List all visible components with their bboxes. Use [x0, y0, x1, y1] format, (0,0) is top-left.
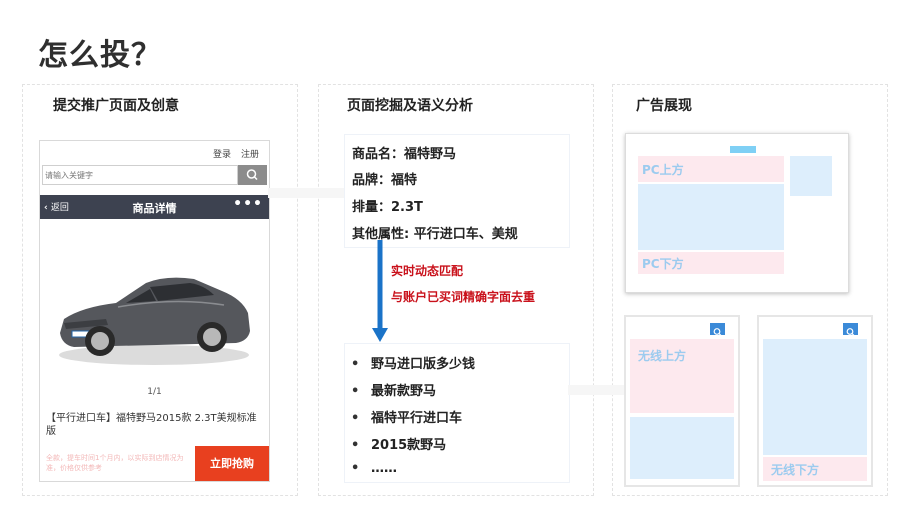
attribute-product-name: 商品名：福特野马 — [352, 147, 457, 162]
pc-ad-frame: PC上方 PC下方 — [625, 133, 849, 293]
down-arrow-icon — [372, 240, 388, 342]
note-dedup: 与账户已买词精确字面去重 — [391, 290, 536, 304]
mockup-top-bar: 登录 注册 — [40, 141, 269, 163]
bullet: • — [351, 411, 360, 426]
mobile-ad-frame-top: 无线上方 — [624, 315, 740, 487]
keyword-item: •…… — [351, 461, 397, 476]
mobile-top-label: 无线上方 — [638, 349, 687, 363]
search-input[interactable]: 请输入关键字 — [42, 165, 238, 185]
pc-top-ad-slot: PC上方 — [638, 156, 784, 182]
search-icon — [710, 323, 725, 336]
buy-now-button[interactable]: 立即抢购 — [195, 446, 269, 481]
search-button[interactable] — [238, 165, 267, 185]
mockup-nav-bar: ‹ 返回 商品详情 ••• — [40, 195, 269, 219]
mobile-results-area — [630, 417, 734, 479]
pc-bottom-ad-slot: PC下方 — [638, 252, 784, 274]
landing-page-mockup: 登录 注册 请输入关键字 ‹ 返回 商品详情 ••• 1/1 【平行进口车】福特… — [39, 140, 270, 482]
pc-results-area — [638, 184, 784, 250]
attribute-brand: 品牌：福特 — [352, 173, 418, 188]
bullet: • — [351, 438, 360, 453]
mobile-ad-frame-bottom: 无线下方 — [757, 315, 873, 487]
search-icon — [843, 323, 858, 336]
page-title: 怎么投？ — [38, 38, 162, 73]
note-realtime-match: 实时动态匹配 — [391, 264, 464, 278]
keyword-item: • 野马进口版多少钱 — [351, 357, 476, 372]
column-title-display: 广告展现 — [636, 98, 692, 114]
keyword-item: • 2015款野马 — [351, 438, 447, 453]
image-page-indicator: 1/1 — [147, 387, 162, 397]
column-title-submit: 提交推广页面及创意 — [53, 98, 179, 114]
attribute-displacement: 排量：2.3T — [352, 200, 423, 215]
product-description: 【平行进口车】福特野马2015款 2.3T美规标准版 — [46, 413, 257, 437]
car-image — [59, 277, 250, 365]
keyword-item: • 最新款野马 — [351, 384, 437, 399]
pc-sidebar-area — [790, 156, 832, 196]
login-link[interactable]: 登录 — [213, 147, 231, 160]
pc-search-bar — [730, 146, 756, 153]
bullet: • — [351, 357, 360, 372]
column-title-analyze: 页面挖掘及语义分析 — [347, 98, 473, 114]
connector-line — [568, 385, 624, 395]
mobile-top-ad-slot: 无线上方 — [630, 339, 734, 413]
product-note: 全款，提车时间1个月内，以实际到店情况为准，价格仅供参考 — [46, 454, 184, 472]
connector-line — [268, 188, 344, 198]
mobile-bottom-label: 无线下方 — [771, 463, 820, 477]
pc-top-label: PC上方 — [642, 163, 684, 177]
mobile-results-area — [763, 339, 867, 455]
register-link[interactable]: 注册 — [241, 147, 259, 160]
search-icon — [246, 169, 258, 181]
more-icon[interactable]: ••• — [233, 196, 263, 212]
bullet: • — [351, 461, 360, 476]
mobile-bottom-ad-slot: 无线下方 — [763, 457, 867, 481]
keyword-item: • 福特平行进口车 — [351, 411, 463, 426]
bullet: • — [351, 384, 360, 399]
pc-bottom-label: PC下方 — [642, 257, 684, 271]
